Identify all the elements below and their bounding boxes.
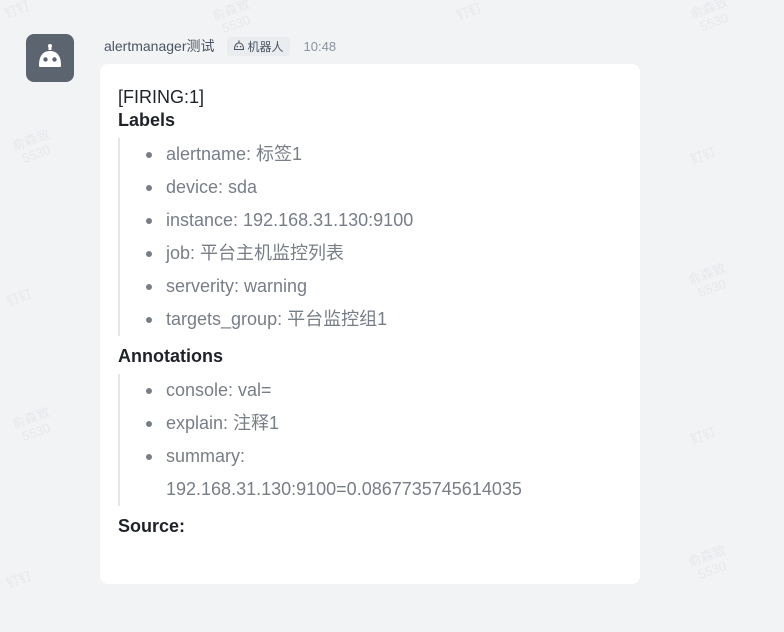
watermark: 钉钉 (688, 144, 718, 167)
sender-avatar[interactable] (26, 34, 74, 82)
list-item: serverity: warning (146, 270, 622, 303)
watermark: 钉钉 (688, 424, 718, 447)
watermark: 钉钉 (4, 568, 34, 591)
watermark: 俞森致 5530 (688, 0, 731, 35)
watermark: 俞森致 5530 (10, 404, 53, 445)
watermark: 钉钉 (4, 286, 34, 309)
list-item: explain: 注释1 (146, 407, 622, 440)
watermark: 俞森致 5530 (686, 542, 729, 583)
sender-name[interactable]: alertmanager测试 (104, 36, 215, 56)
watermark: 钉钉 (454, 0, 484, 23)
watermark: 俞森致 5530 (210, 0, 253, 37)
watermark: 俞森致 5530 (10, 126, 53, 167)
list-item: console: val= (146, 374, 622, 407)
bot-tag-label: 机器人 (247, 39, 284, 54)
annotations-heading: Annotations (118, 346, 223, 366)
alert-status: [FIRING:1] (118, 87, 205, 107)
watermark: 俞森致 5530 (686, 260, 729, 301)
list-item: targets_group: 平台监控组1 (146, 303, 622, 336)
list-item: job: 平台主机监控列表 (146, 237, 622, 270)
list-item: device: sda (146, 171, 622, 204)
message-card[interactable]: [FIRING:1] Labels alertname: 标签1 device:… (100, 64, 640, 584)
message-time: 10:48 (303, 38, 337, 54)
list-item: summary: 192.168.31.130:9100=0.0867735745… (146, 440, 622, 506)
labels-list: alertname: 标签1 device: sda instance: 192… (118, 138, 622, 336)
annotations-list: console: val= explain: 注释1 summary: 192.1… (118, 374, 622, 506)
robot-icon (39, 44, 61, 67)
bot-tag: 机器人 (226, 36, 290, 56)
list-item: instance: 192.168.31.130:9100 (146, 204, 622, 237)
list-item: alertname: 标签1 (146, 138, 622, 171)
source-heading: Source: (118, 516, 186, 536)
labels-heading: Labels (118, 110, 176, 130)
watermark: 钉钉 (2, 0, 32, 21)
message-header: alertmanager测试 机器人 10:48 (104, 36, 336, 56)
robot-icon (233, 40, 244, 51)
